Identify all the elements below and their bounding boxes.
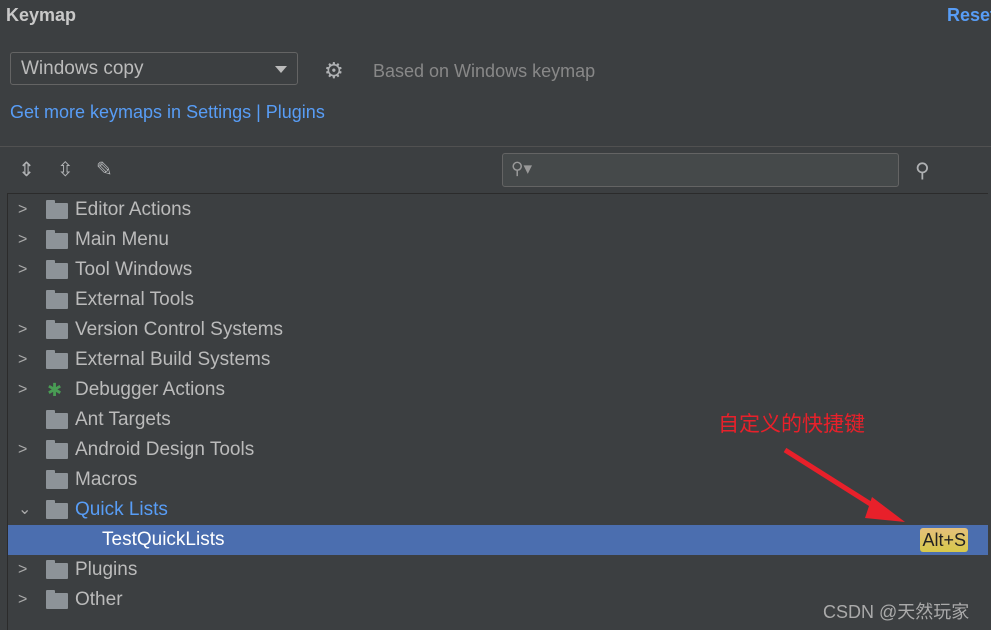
annotation-arrow	[783, 447, 905, 522]
watermark: CSDN @天然玩家	[823, 602, 970, 622]
annotation-text: 自定义的快捷键	[718, 413, 865, 436]
